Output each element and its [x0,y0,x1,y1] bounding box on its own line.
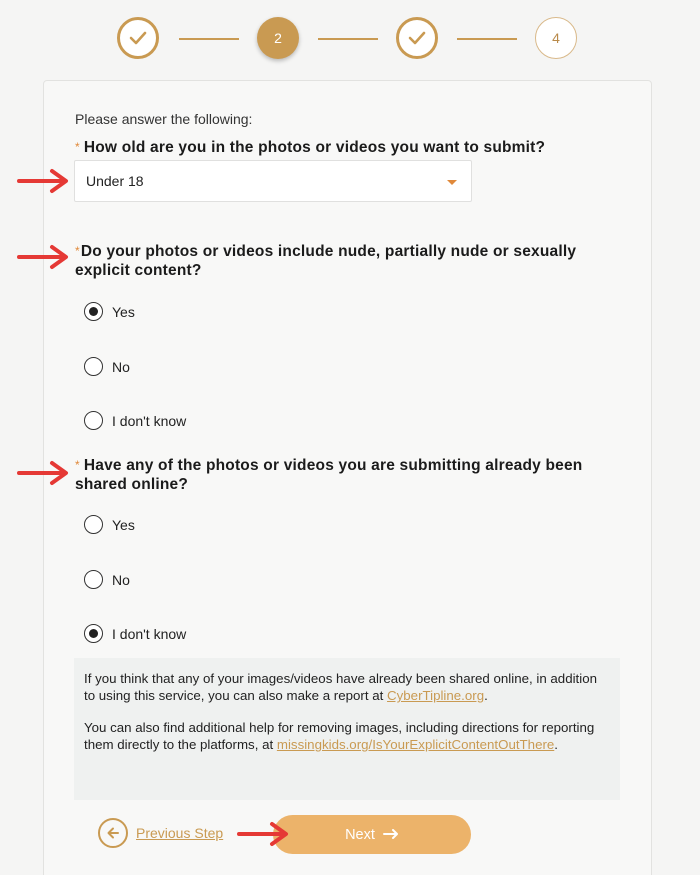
radio-explicit-no[interactable]: No [84,357,130,376]
previous-step-button[interactable]: Previous Step [98,818,223,848]
radio-explicit-yes[interactable]: Yes [84,302,135,321]
step-number: 4 [552,30,560,46]
required-asterisk: * [75,140,80,154]
missingkids-link[interactable]: missingkids.org/IsYourExplicitContentOut… [277,737,554,752]
radio-shared-yes[interactable]: Yes [84,515,135,534]
annotation-arrow-icon [17,461,68,485]
radio-label: I don't know [112,412,187,429]
question-explicit-content: *Do your photos or videos include nude, … [75,242,576,280]
radio-button[interactable] [84,515,103,534]
required-asterisk: * [75,244,80,258]
radio-button[interactable] [84,411,103,430]
arrow-right-icon [382,826,399,844]
annotation-arrow-icon [17,169,68,193]
previous-step-label: Previous Step [136,825,224,841]
annotation-arrow-icon [237,822,288,846]
radio-label: Yes [112,303,135,320]
radio-shared-no[interactable]: No [84,570,130,589]
step-connector [318,38,378,40]
step-1-complete [117,17,159,59]
info-paragraph-1: If you think that any of your images/vid… [84,670,610,704]
annotation-arrow-icon [17,245,68,269]
radio-label: Yes [112,516,135,533]
step-4-pending: 4 [535,17,577,59]
radio-button-selected[interactable] [84,624,103,643]
step-connector [179,38,239,40]
info-text-2-end: . [554,737,558,752]
arrow-left-circle-icon [98,818,128,848]
next-label: Next [345,826,375,843]
radio-label: No [112,358,130,375]
required-asterisk: * [75,458,80,472]
radio-button[interactable] [84,570,103,589]
question-shared-label-line2: shared online? [75,476,189,493]
question-age-label: How old are you in the photos or videos … [83,139,546,156]
question-age: * How old are you in the photos or videos… [75,138,545,157]
next-button[interactable]: Next [273,815,471,854]
form-intro: Please answer the following: [75,111,253,127]
radio-shared-dont-know[interactable]: I don't know [84,624,186,643]
step-2-active: 2 [257,17,299,59]
question-explicit-label-line1: Do your photos or videos include nude, p… [80,243,577,260]
info-text-1: If you think that any of your images/vid… [84,671,597,703]
info-box: If you think that any of your images/vid… [74,658,620,800]
info-text-1-end: . [484,688,488,703]
age-select[interactable]: Under 18 [74,160,472,202]
checkmark-icon [408,31,426,45]
radio-button[interactable] [84,357,103,376]
radio-label: I don't know [112,625,187,642]
progress-stepper: 2 4 [0,0,700,80]
step-connector [457,38,517,40]
step-3-complete [396,17,438,59]
question-explicit-label-line2: explicit content? [75,262,202,279]
age-select-value: Under 18 [86,173,144,189]
radio-explicit-dont-know[interactable]: I don't know [84,411,186,430]
question-shared-online: * Have any of the photos or videos you ar… [75,456,582,494]
radio-button-selected[interactable] [84,302,103,321]
step-number: 2 [274,30,282,46]
radio-label: No [112,571,130,588]
cybertipline-link[interactable]: CyberTipline.org [387,688,484,703]
checkmark-icon [129,31,147,45]
chevron-down-icon [447,180,457,185]
info-paragraph-2: You can also find additional help for re… [84,719,610,753]
question-shared-label-line1: Have any of the photos or videos you are… [83,457,583,474]
